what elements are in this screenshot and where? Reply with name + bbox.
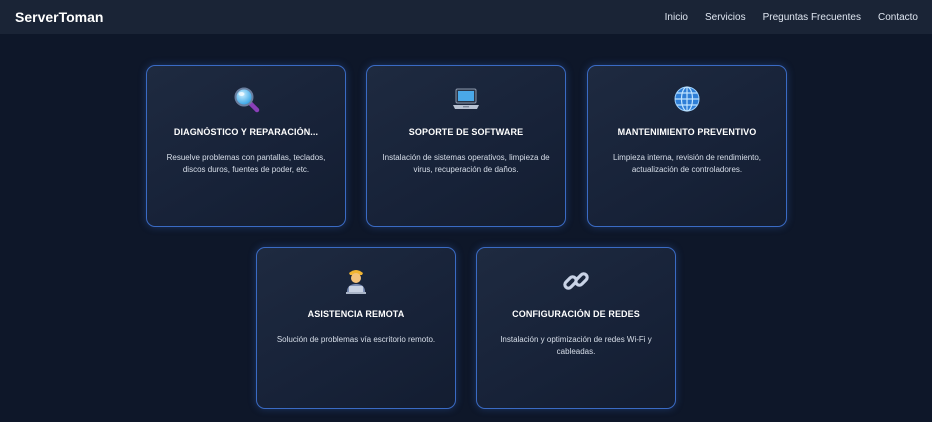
nav-links: Inicio Servicios Preguntas Frecuentes Co… — [665, 12, 918, 23]
service-title: SOPORTE DE SOFTWARE — [408, 127, 524, 137]
service-card-asistencia[interactable]: ASISTENCIA REMOTA Solución de problemas … — [256, 247, 456, 409]
technician-icon — [257, 266, 455, 296]
service-card-mantenimiento[interactable]: MANTENIMIENTO PREVENTIVO Limpieza intern… — [587, 65, 787, 227]
nav-link-contacto[interactable]: Contacto — [878, 12, 918, 23]
link-icon — [477, 266, 675, 296]
navbar: ServerToman Inicio Servicios Preguntas F… — [0, 0, 932, 34]
service-description: Instalación y optimización de redes Wi-F… — [500, 335, 652, 356]
service-title: CONFIGURACIÓN DE REDES — [512, 309, 640, 319]
nav-link-inicio[interactable]: Inicio — [665, 12, 688, 23]
service-title: DIAGNÓSTICO Y REPARACIÓN... — [173, 127, 319, 137]
nav-link-servicios[interactable]: Servicios — [705, 12, 746, 23]
service-description: Resuelve problemas con pantallas, teclad… — [166, 153, 326, 174]
laptop-icon — [367, 84, 565, 114]
service-description: Instalación de sistemas operativos, limp… — [382, 153, 550, 174]
globe-icon — [588, 84, 786, 114]
service-title: ASISTENCIA REMOTA — [307, 309, 405, 319]
brand-logo[interactable]: ServerToman — [15, 9, 103, 25]
service-card-software[interactable]: SOPORTE DE SOFTWARE Instalación de siste… — [366, 65, 566, 227]
nav-link-preguntas-frecuentes[interactable]: Preguntas Frecuentes — [763, 12, 861, 23]
service-title: MANTENIMIENTO PREVENTIVO — [617, 127, 757, 137]
magnifier-icon — [147, 84, 345, 114]
service-description: Solución de problemas vía escritorio rem… — [276, 335, 436, 344]
service-card-diagnostico[interactable]: DIAGNÓSTICO Y REPARACIÓN... Resuelve pro… — [146, 65, 346, 227]
service-description: Limpieza interna, revisión de rendimient… — [612, 153, 762, 174]
service-card-redes[interactable]: CONFIGURACIÓN DE REDES Instalación y opt… — [476, 247, 676, 409]
